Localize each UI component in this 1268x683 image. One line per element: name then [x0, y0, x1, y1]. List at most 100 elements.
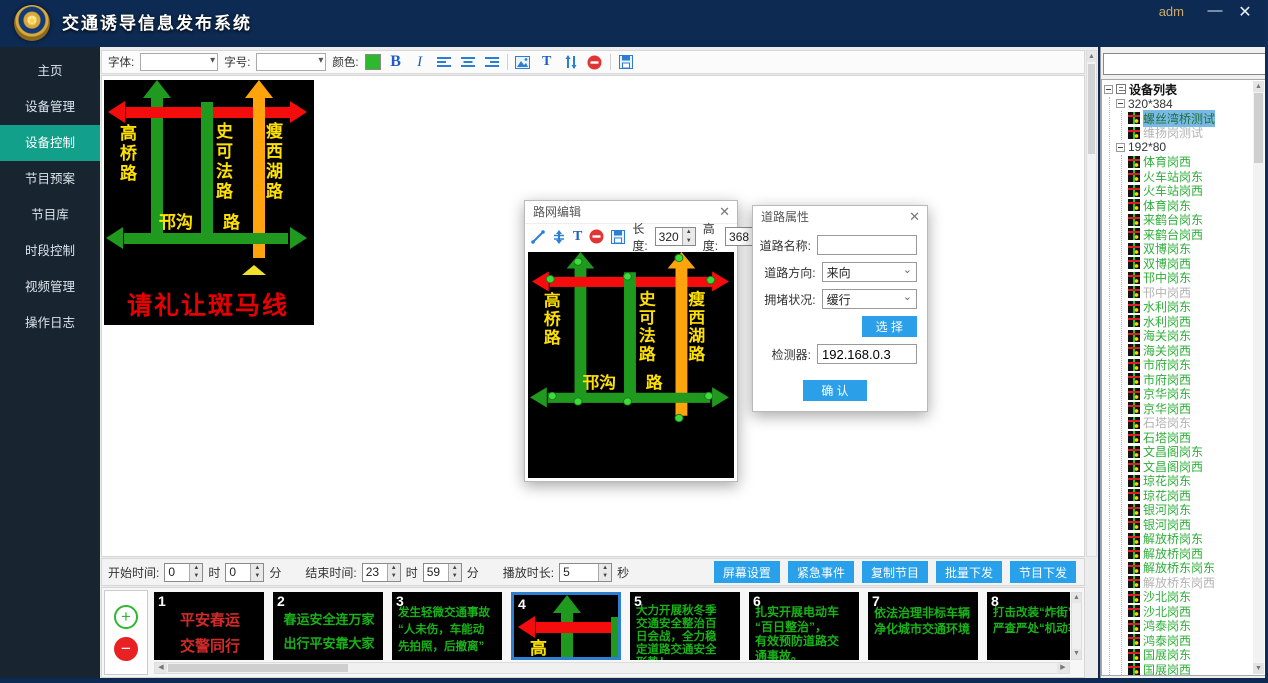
- scroll-up-icon[interactable]: ▲: [1253, 81, 1264, 92]
- collapse-icon[interactable]: [1104, 85, 1113, 94]
- program-thumbnail-3[interactable]: 3发生轻微交通事故“人未伤，车能动先拍照，后撤离”: [392, 592, 502, 660]
- road-node-handle[interactable]: [548, 392, 557, 400]
- end-minute-spinner[interactable]: 59▲▼: [423, 563, 462, 582]
- device-search-input[interactable]: [1103, 53, 1268, 75]
- action-button-5[interactable]: 节目下发: [1010, 561, 1076, 583]
- program-thumbnail-2[interactable]: 2春运安全连万家出行平安靠大家: [273, 592, 383, 660]
- tree-device-item[interactable]: 国展岗西: [1128, 662, 1252, 676]
- device-label[interactable]: 维扬岗测试: [1143, 124, 1203, 141]
- close-icon[interactable]: ✕: [909, 206, 920, 228]
- add-program-button[interactable]: +: [114, 605, 138, 629]
- align-right-icon[interactable]: [483, 53, 501, 71]
- sidebar-item-4[interactable]: 节目预案: [0, 161, 100, 197]
- spin-down-icon[interactable]: ▼: [599, 572, 611, 581]
- road-node-handle[interactable]: [675, 414, 684, 422]
- scroll-right-icon[interactable]: ▶: [1057, 663, 1069, 673]
- road-network-tool-icon[interactable]: [562, 53, 580, 71]
- sidebar-item-5[interactable]: 节目库: [0, 197, 100, 233]
- tree-device-item[interactable]: 维扬岗测试: [1128, 126, 1252, 141]
- road-node-handle[interactable]: [706, 276, 715, 284]
- bold-icon[interactable]: B: [387, 53, 405, 71]
- road-direction-select[interactable]: 来向: [822, 262, 917, 282]
- arrow-tool-icon[interactable]: [552, 228, 566, 245]
- italic-icon[interactable]: I: [411, 53, 429, 71]
- thumbnails-vertical-scrollbar[interactable]: ▲ ▼: [1071, 592, 1082, 660]
- scrollbar-thumb[interactable]: [168, 664, 348, 672]
- tree-vertical-scrollbar[interactable]: ▲ ▼: [1253, 81, 1264, 674]
- confirm-button[interactable]: 确 认: [803, 380, 866, 401]
- save-icon[interactable]: [617, 53, 635, 71]
- canvas-vertical-scrollbar[interactable]: ▲: [1086, 50, 1097, 557]
- select-detector-button[interactable]: 选 择: [862, 316, 917, 337]
- tree-root[interactable]: 设备列表: [1104, 82, 1252, 97]
- scrollbar-thumb[interactable]: [1254, 93, 1263, 163]
- program-thumbnail-4[interactable]: 4高桥路史可法路瘦西湖路邗沟路请礼让斑马线: [511, 592, 621, 660]
- spin-down-icon[interactable]: ▼: [449, 572, 461, 581]
- font-size-select[interactable]: [256, 53, 326, 71]
- program-thumbnail-1[interactable]: 1平安春运交警同行: [154, 592, 264, 660]
- action-button-1[interactable]: 屏幕设置: [714, 561, 780, 583]
- congestion-select[interactable]: 缓行: [822, 289, 917, 309]
- spin-up-icon[interactable]: ▲: [599, 564, 611, 573]
- device-label[interactable]: 国展岗西: [1143, 661, 1191, 676]
- road-node-handle[interactable]: [623, 272, 632, 280]
- start-hour-spinner[interactable]: 0▲▼: [164, 563, 203, 582]
- action-button-2[interactable]: 紧急事件: [788, 561, 854, 583]
- action-button-3[interactable]: 复制节目: [862, 561, 928, 583]
- spin-down-icon[interactable]: ▼: [388, 572, 400, 581]
- collapse-icon[interactable]: [1116, 143, 1125, 152]
- spin-up-icon[interactable]: ▲: [251, 564, 263, 573]
- align-left-icon[interactable]: [435, 53, 453, 71]
- sidebar-item-2[interactable]: 设备管理: [0, 89, 100, 125]
- scroll-down-icon[interactable]: ▼: [1072, 649, 1081, 659]
- program-thumbnail-6[interactable]: 6扎实开展电动车“百日整治”，有效预防道路交通事故。: [749, 592, 859, 660]
- spin-up-icon[interactable]: ▲: [388, 564, 400, 573]
- spin-up-icon[interactable]: ▲: [683, 228, 695, 237]
- road-node-handle[interactable]: [623, 397, 632, 405]
- duration-spinner[interactable]: 5▲▼: [559, 563, 612, 582]
- scrollbar-thumb[interactable]: [1088, 64, 1095, 154]
- end-hour-spinner[interactable]: 23▲▼: [362, 563, 401, 582]
- close-window-button[interactable]: ✕: [1234, 2, 1256, 22]
- road-node-handle[interactable]: [546, 275, 555, 283]
- color-swatch[interactable]: [365, 54, 381, 70]
- scroll-up-icon[interactable]: ▲: [1072, 593, 1081, 603]
- spin-down-icon[interactable]: ▼: [190, 572, 202, 581]
- road-node-handle[interactable]: [704, 392, 713, 400]
- insert-image-icon[interactable]: [514, 53, 532, 71]
- action-button-4[interactable]: 批量下发: [936, 561, 1002, 583]
- road-network-canvas[interactable]: 高桥路史可法路瘦西湖路邗沟路: [528, 252, 734, 478]
- detector-input[interactable]: [817, 344, 917, 364]
- spin-up-icon[interactable]: ▲: [449, 564, 461, 573]
- delete-icon[interactable]: [589, 228, 604, 245]
- spin-up-icon[interactable]: ▲: [190, 564, 202, 573]
- text-tool-icon[interactable]: T: [573, 228, 582, 245]
- text-tool-icon[interactable]: T: [538, 53, 556, 71]
- save-icon[interactable]: [611, 228, 625, 245]
- collapse-icon[interactable]: [1116, 99, 1125, 108]
- minimize-button[interactable]: —: [1204, 2, 1226, 19]
- program-thumbnail-5[interactable]: 5大力开展秋冬季交通安全整治百日会战，全力稳定道路交通安全形势！: [630, 592, 740, 660]
- sidebar-item-3[interactable]: 设备控制: [0, 125, 100, 161]
- delete-icon[interactable]: [586, 53, 604, 71]
- remove-program-button[interactable]: −: [114, 637, 138, 661]
- scroll-left-icon[interactable]: ◀: [155, 663, 167, 673]
- sidebar-item-6[interactable]: 时段控制: [0, 233, 100, 269]
- program-thumbnail-8[interactable]: 8打击改装“炸街” 严查严处“机动车”: [987, 592, 1070, 660]
- led-preview-panel[interactable]: 高桥路史可法路瘦西湖路邗沟路请礼让斑马线: [104, 80, 314, 325]
- length-spinner[interactable]: 320▲▼: [655, 227, 696, 246]
- close-icon[interactable]: ✕: [719, 201, 730, 223]
- road-node-handle[interactable]: [574, 258, 583, 266]
- program-thumbnail-7[interactable]: 7依法治理非标车辆 净化城市交通环境: [868, 592, 978, 660]
- scroll-down-icon[interactable]: ▼: [1253, 663, 1264, 674]
- align-center-icon[interactable]: [459, 53, 477, 71]
- sidebar-item-8[interactable]: 操作日志: [0, 305, 100, 341]
- spin-down-icon[interactable]: ▼: [683, 237, 695, 246]
- road-name-input[interactable]: [817, 235, 917, 255]
- font-select[interactable]: [140, 53, 218, 71]
- scroll-up-icon[interactable]: ▲: [1087, 51, 1096, 62]
- line-tool-icon[interactable]: [531, 228, 545, 245]
- sidebar-item-7[interactable]: 视频管理: [0, 269, 100, 305]
- sidebar-item-1[interactable]: 主页: [0, 53, 100, 89]
- road-node-handle[interactable]: [675, 254, 684, 262]
